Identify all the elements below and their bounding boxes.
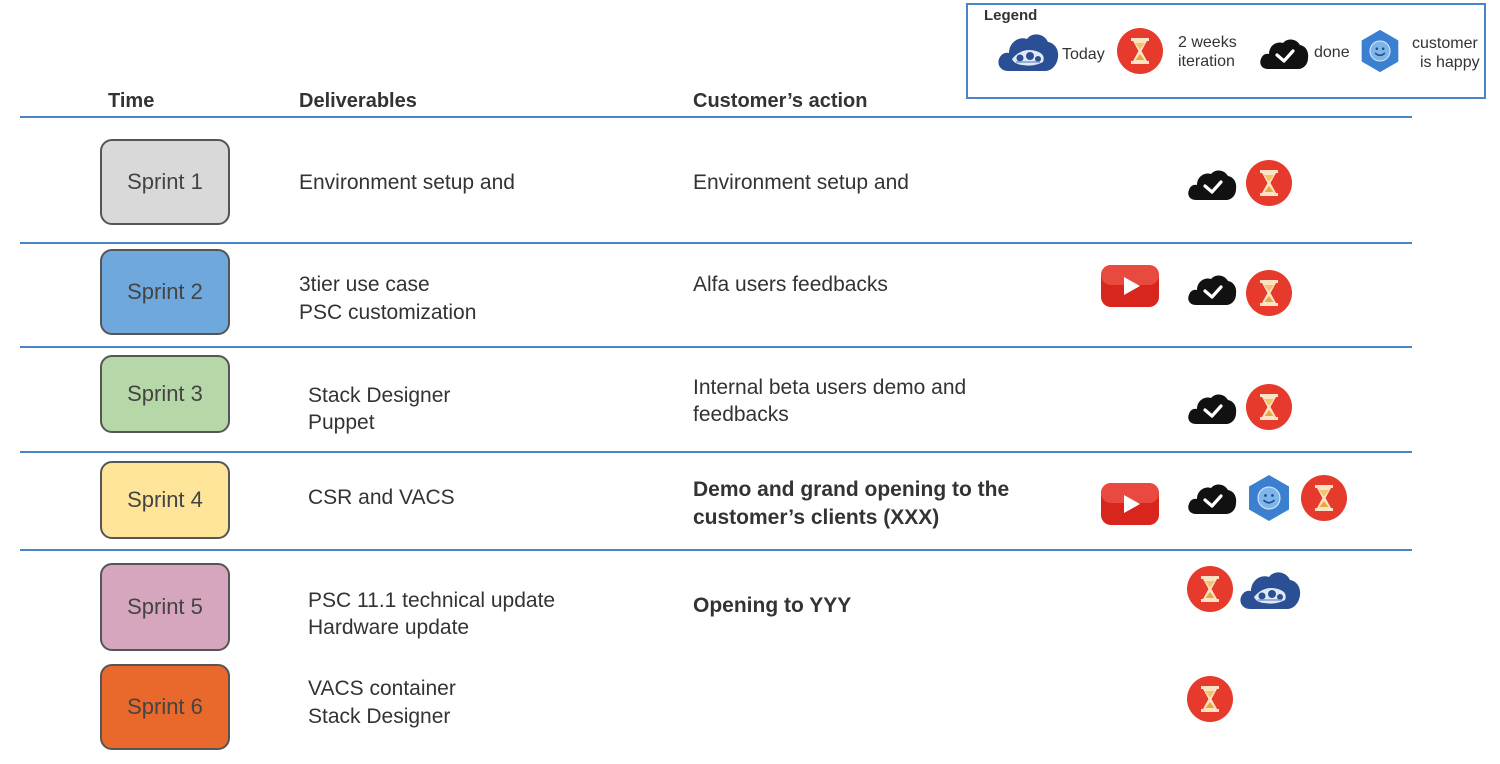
separator-line bbox=[20, 116, 1412, 118]
hourglass-icon bbox=[1245, 269, 1293, 317]
video-play-icon bbox=[1100, 264, 1160, 308]
row-6-deliverable-2: Stack Designer bbox=[308, 705, 451, 728]
row-4-action-2: customer’s clients (XXX) bbox=[693, 506, 940, 529]
separator-line bbox=[20, 346, 1412, 348]
row-6-deliverable-1: VACS container bbox=[308, 677, 456, 700]
hourglass-icon bbox=[1186, 675, 1234, 723]
row-3-action-1: Internal beta users demo and bbox=[693, 376, 967, 399]
legend-title: Legend bbox=[984, 7, 1038, 24]
done-cloud-icon bbox=[1186, 480, 1238, 516]
legend-label-happy-1: customer bbox=[1412, 35, 1478, 52]
today-cloud-icon bbox=[1238, 567, 1302, 611]
legend-box: Legend Today 2 weeks iteration done cust… bbox=[966, 3, 1486, 99]
header-time: Time bbox=[108, 90, 155, 112]
row-1-action-1: Environment setup and bbox=[693, 171, 909, 194]
row-3-deliverable-2: Puppet bbox=[308, 411, 375, 434]
row-5-deliverable-2: Hardware update bbox=[308, 616, 470, 639]
smiley-icon bbox=[1358, 29, 1402, 73]
row-4-deliverable-1: CSR and VACS bbox=[308, 486, 455, 509]
separator-line bbox=[20, 242, 1412, 244]
legend-label-today: Today bbox=[1062, 46, 1105, 63]
row-4-action-1: Demo and grand opening to the bbox=[693, 478, 1010, 501]
row-2-deliverable-1: 3tier use case bbox=[299, 273, 430, 296]
legend-label-iteration-2: iteration bbox=[1178, 53, 1235, 70]
hourglass-icon bbox=[1300, 474, 1348, 522]
row-2-deliverable-2: PSC customization bbox=[299, 301, 477, 324]
row-3-action-2: feedbacks bbox=[693, 403, 789, 426]
legend-label-done: done bbox=[1314, 44, 1350, 61]
header-deliverables: Deliverables bbox=[299, 90, 417, 112]
sprint-3-box: Sprint 3 bbox=[100, 355, 230, 433]
sprint-1-box: Sprint 1 bbox=[100, 139, 230, 225]
done-cloud-icon bbox=[1186, 271, 1238, 307]
row-2-action-1: Alfa users feedbacks bbox=[693, 273, 888, 296]
done-cloud-icon bbox=[1186, 390, 1238, 426]
done-cloud-icon bbox=[1186, 166, 1238, 202]
hourglass-icon bbox=[1245, 383, 1293, 431]
header-customer-action: Customer’s action bbox=[693, 90, 868, 112]
sprint-4-box: Sprint 4 bbox=[100, 461, 230, 539]
row-5-action-1: Opening to YYY bbox=[693, 594, 852, 617]
legend-label-iteration-1: 2 weeks bbox=[1178, 34, 1237, 51]
row-3-deliverable-1: Stack Designer bbox=[308, 384, 451, 407]
row-1-deliverable-1: Environment setup and bbox=[299, 171, 515, 194]
sprint-2-box: Sprint 2 bbox=[100, 249, 230, 335]
hourglass-icon bbox=[1186, 565, 1234, 613]
hourglass-icon bbox=[1116, 27, 1164, 75]
video-play-icon bbox=[1100, 482, 1160, 526]
done-cloud-icon bbox=[1258, 35, 1310, 71]
sprint-6-box: Sprint 6 bbox=[100, 664, 230, 750]
legend-label-happy-2: is happy bbox=[1420, 54, 1480, 71]
sprint-5-box: Sprint 5 bbox=[100, 563, 230, 651]
separator-line bbox=[20, 549, 1412, 551]
hourglass-icon bbox=[1245, 159, 1293, 207]
smiley-icon bbox=[1245, 474, 1293, 522]
row-5-deliverable-1: PSC 11.1 technical update bbox=[308, 589, 556, 612]
today-cloud-icon bbox=[996, 29, 1060, 73]
separator-line bbox=[20, 451, 1412, 453]
